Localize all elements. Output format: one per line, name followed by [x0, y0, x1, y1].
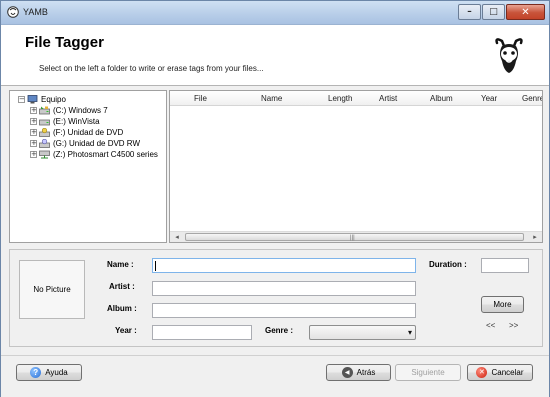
expand-icon[interactable]: + — [30, 140, 37, 147]
grip-icon: ||| — [350, 235, 355, 241]
maximize-icon: □ — [489, 7, 498, 17]
network-drive-icon — [39, 150, 50, 159]
dvd-drive-icon — [39, 128, 50, 137]
horizontal-scrollbar[interactable]: ◂ ||| ▸ — [170, 231, 542, 242]
close-button[interactable]: ✕ — [506, 4, 545, 20]
expand-icon[interactable]: + — [30, 118, 37, 125]
gnu-logo-icon — [495, 38, 523, 73]
tree-item-c-drive[interactable]: + (C:) Windows 7 — [30, 105, 108, 116]
tree-item-z-drive[interactable]: + (Z:) Photosmart C4500 series — [30, 149, 158, 160]
duration-label: Duration : — [429, 260, 467, 269]
column-header-length[interactable]: Length — [328, 94, 352, 103]
more-button-label: More — [493, 300, 512, 309]
expand-icon[interactable]: + — [30, 107, 37, 114]
column-header-file[interactable]: File — [194, 94, 207, 103]
column-header-genre[interactable]: Genre — [522, 94, 542, 103]
column-header-artist[interactable]: Artist — [379, 94, 397, 103]
help-button-label: Ayuda — [45, 368, 68, 377]
title-bar[interactable]: YAMB – □ ✕ — [1, 1, 549, 25]
file-list-header: File Name Length Artist Album Year Genre — [170, 91, 542, 106]
genre-dropdown[interactable]: ▾ — [309, 325, 416, 340]
album-field[interactable] — [152, 303, 416, 318]
tree-item-label: (G:) Unidad de DVD RW — [53, 139, 140, 148]
name-field[interactable] — [152, 258, 416, 273]
tree-item-label: (F:) Unidad de DVD — [53, 128, 124, 137]
tree-root[interactable]: − Equipo — [18, 94, 66, 105]
drive-icon — [39, 119, 50, 126]
help-button[interactable]: Ayuda — [16, 364, 82, 381]
cancel-button[interactable]: Cancelar — [467, 364, 533, 381]
album-picture[interactable]: No Picture — [19, 260, 85, 319]
dvd-rw-drive-icon — [39, 139, 50, 148]
artist-field[interactable] — [152, 281, 416, 296]
artist-label: Artist : — [109, 282, 135, 291]
tree-item-label: (Z:) Photosmart C4500 series — [53, 150, 158, 159]
chevron-down-icon: ▾ — [407, 328, 412, 337]
no-picture-label: No Picture — [33, 285, 71, 294]
drive-icon — [39, 106, 50, 115]
scroll-left-icon[interactable]: ◂ — [172, 233, 182, 241]
tree-item-label: (C:) Windows 7 — [53, 106, 108, 115]
wizard-header: File Tagger Select on the left a folder … — [1, 25, 549, 86]
scroll-right-icon[interactable]: ▸ — [530, 233, 540, 241]
minimize-icon: – — [467, 7, 472, 17]
more-button[interactable]: More — [481, 296, 524, 313]
next-file-button[interactable]: >> — [509, 321, 518, 330]
next-button[interactable]: Siguiente — [395, 364, 461, 381]
previous-file-button[interactable]: << — [486, 321, 495, 330]
computer-icon — [27, 95, 38, 104]
duration-field — [481, 258, 529, 273]
gnu-icon — [7, 6, 19, 18]
tree-item-g-drive[interactable]: + (G:) Unidad de DVD RW — [30, 138, 140, 149]
genre-label: Genre : — [265, 326, 294, 335]
tree-item-label: (E:) WinVista — [53, 117, 100, 126]
back-arrow-icon — [341, 367, 353, 378]
cancel-icon — [476, 367, 488, 378]
tree-item-e-drive[interactable]: + (E:) WinVista — [30, 116, 100, 127]
yamb-window: YAMB – □ ✕ File Tagger Select on the lef… — [0, 0, 550, 397]
page-subtitle: Select on the left a folder to write or … — [39, 64, 264, 73]
back-button[interactable]: Atrás — [326, 364, 391, 381]
column-header-year[interactable]: Year — [481, 94, 497, 103]
expand-icon[interactable]: + — [30, 151, 37, 158]
expand-icon[interactable]: + — [30, 129, 37, 136]
collapse-icon[interactable]: − — [18, 96, 25, 103]
window-title: YAMB — [23, 7, 48, 17]
folder-tree[interactable]: − Equipo + (C:) Windows 7 + (E:) WinVist… — [9, 90, 167, 243]
page-title: File Tagger — [25, 34, 104, 51]
tree-root-label: Equipo — [41, 95, 66, 104]
column-header-album[interactable]: Album — [430, 94, 453, 103]
window-controls: – □ ✕ — [457, 4, 545, 21]
maximize-button[interactable]: □ — [482, 4, 505, 20]
back-button-label: Atrás — [356, 368, 376, 377]
tree-item-f-drive[interactable]: + (F:) Unidad de DVD — [30, 127, 123, 138]
cancel-button-label: Cancelar — [491, 368, 524, 377]
year-label: Year : — [115, 326, 137, 335]
scrollbar-thumb[interactable]: ||| — [185, 233, 524, 241]
help-icon — [30, 367, 42, 378]
close-icon: ✕ — [521, 6, 530, 18]
file-list[interactable]: File Name Length Artist Album Year Genre… — [169, 90, 543, 243]
year-field[interactable] — [152, 325, 252, 340]
minimize-button[interactable]: – — [458, 4, 481, 20]
column-header-name[interactable]: Name — [261, 94, 282, 103]
name-label: Name : — [107, 260, 134, 269]
next-button-label: Siguiente — [411, 368, 445, 377]
album-label: Album : — [107, 304, 137, 313]
text-caret — [155, 261, 156, 271]
